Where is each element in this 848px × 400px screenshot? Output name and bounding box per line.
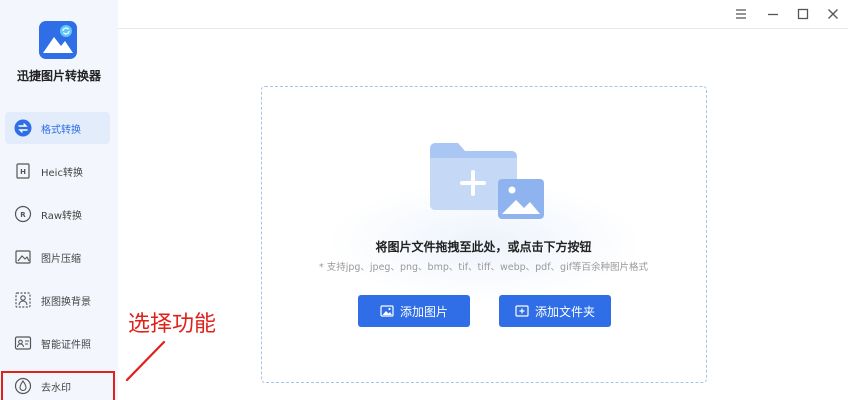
sidebar: 迅捷图片转换器 格式转换 H Heic转换 R Raw转换 图片压缩 抠图换背景… [0, 0, 118, 400]
add-folder-button[interactable]: 添加文件夹 [499, 295, 611, 327]
drop-zone-sub-tip: * 支持jpg、jpeg、png、bmp、tif、tiff、webp、pdf、g… [318, 262, 649, 273]
annotation-text: 选择功能 [128, 312, 217, 337]
sidebar-item-label: Heic转换 [41, 168, 83, 179]
drop-zone-main-tip: 将图片文件拖拽至此处，或点击下方按钮 [375, 240, 592, 254]
sidebar-item-heic[interactable]: H Heic转换 [5, 155, 110, 187]
id-photo-icon [14, 336, 32, 350]
sidebar-item-id-photo[interactable]: 智能证件照 [5, 327, 110, 359]
drop-zone[interactable]: 将图片文件拖拽至此处，或点击下方按钮 * 支持jpg、jpeg、png、bmp、… [261, 86, 707, 383]
app-name: 迅捷图片转换器 [16, 69, 101, 83]
close-icon[interactable] [824, 5, 842, 23]
sidebar-item-label: Raw转换 [41, 211, 83, 222]
title-bar-divider [118, 28, 848, 29]
folder-add-image-icon [430, 143, 544, 219]
add-image-label: 添加图片 [399, 304, 448, 319]
svg-text:H: H [20, 168, 26, 176]
image-icon [380, 305, 394, 317]
annotation-highlight-box [1, 371, 115, 400]
sidebar-item-raw[interactable]: R Raw转换 [5, 198, 110, 230]
sidebar-item-cutout[interactable]: 抠图换背景 [5, 284, 110, 316]
image-compress-icon [15, 250, 31, 264]
sidebar-item-label: 图片压缩 [41, 254, 81, 265]
sidebar-item-format-convert[interactable]: 格式转换 [5, 112, 110, 144]
sidebar-item-label: 格式转换 [41, 125, 81, 136]
sidebar-item-label: 智能证件照 [41, 340, 91, 351]
sidebar-item-label: 抠图换背景 [41, 297, 91, 308]
minimize-icon[interactable] [764, 5, 782, 23]
format-convert-icon [14, 119, 32, 137]
svg-text:R: R [20, 211, 26, 219]
sidebar-item-image-compress[interactable]: 图片压缩 [5, 241, 110, 273]
app-logo-icon [39, 21, 77, 59]
cutout-icon [15, 292, 31, 308]
raw-icon: R [14, 205, 32, 223]
add-folder-label: 添加文件夹 [534, 304, 595, 319]
add-image-button[interactable]: 添加图片 [358, 295, 470, 327]
maximize-icon[interactable] [794, 5, 812, 23]
annotation-arrow-line [125, 340, 166, 382]
heic-icon: H [16, 163, 30, 179]
menu-icon[interactable] [732, 5, 750, 23]
folder-plus-icon [515, 305, 529, 317]
